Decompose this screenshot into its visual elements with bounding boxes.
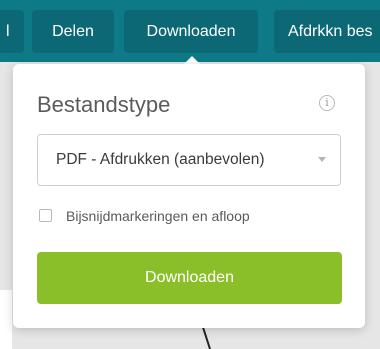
chevron-down-icon xyxy=(318,157,326,162)
share-tab[interactable]: Delen xyxy=(32,10,114,53)
toolbar-tab-partial[interactable]: l xyxy=(0,10,24,53)
crop-marks-checkbox[interactable] xyxy=(39,209,52,222)
document-page-edge xyxy=(0,290,12,349)
crop-marks-label[interactable]: Bijsnijdmarkeringen en afloop xyxy=(66,207,250,225)
top-toolbar: l Delen Downloaden Afdrkkn bes xyxy=(0,0,380,62)
info-icon[interactable]: i xyxy=(319,95,335,111)
download-button[interactable]: Downloaden xyxy=(37,252,342,304)
print-tab[interactable]: Afdrkkn bes xyxy=(274,10,380,53)
download-popover: Bestandstype i PDF - Afdrukken (aanbevol… xyxy=(13,64,365,328)
file-type-value: PDF - Afdrukken (aanbevolen) xyxy=(56,151,265,168)
file-type-select[interactable]: PDF - Afdrukken (aanbevolen) xyxy=(37,134,341,186)
popover-title: Bestandstype xyxy=(37,92,171,117)
download-tab[interactable]: Downloaden xyxy=(124,10,258,53)
